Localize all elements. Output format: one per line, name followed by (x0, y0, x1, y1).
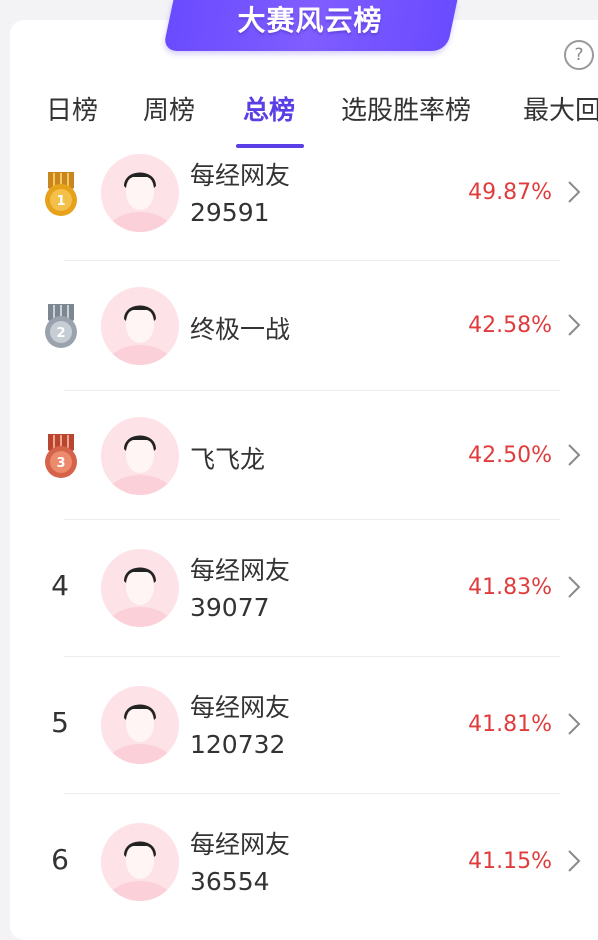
tab-max-drawdown[interactable]: 最大回 (523, 90, 598, 127)
user-name: 每经网友 (190, 830, 291, 859)
user-name: 终极一战 (190, 315, 291, 344)
user-name: 每经网友 (190, 161, 291, 190)
chevron-right-icon[interactable] (566, 710, 582, 738)
rank-number: 5 (51, 706, 69, 739)
win-rate: 41.83% (468, 575, 552, 600)
svg-text:3: 3 (56, 456, 65, 471)
win-rate: 42.58% (468, 313, 552, 338)
page-title: 大赛风云榜 (237, 4, 383, 37)
leaderboard-card (10, 20, 598, 940)
gold-medal-icon: 1 (45, 172, 77, 216)
tab-win-rate[interactable]: 选股胜率榜 (341, 90, 471, 127)
active-tab-indicator (236, 144, 304, 148)
divider (64, 390, 560, 391)
avatar[interactable] (101, 686, 179, 764)
divider (64, 519, 560, 520)
tab-daily[interactable]: 日榜 (46, 90, 98, 127)
help-icon[interactable]: ? (564, 40, 594, 70)
win-rate: 49.87% (468, 180, 552, 205)
user-name: 每经网友 (190, 693, 291, 722)
chevron-right-icon[interactable] (566, 847, 582, 875)
chevron-right-icon[interactable] (566, 441, 582, 469)
user-id: 39077 (190, 593, 270, 622)
user-id: 36554 (190, 867, 270, 896)
avatar[interactable] (101, 823, 179, 901)
user-name: 每经网友 (190, 556, 291, 585)
divider (64, 793, 560, 794)
silver-medal-icon: 2 (45, 304, 77, 348)
chevron-right-icon[interactable] (566, 573, 582, 601)
avatar[interactable] (101, 154, 179, 232)
svg-text:2: 2 (56, 326, 65, 341)
rank-number: 4 (51, 569, 69, 602)
rank-number: 6 (51, 843, 69, 876)
svg-text:1: 1 (56, 194, 65, 209)
tab-weekly[interactable]: 周榜 (143, 90, 195, 127)
user-id: 120732 (190, 730, 286, 759)
avatar[interactable] (101, 417, 179, 495)
chevron-right-icon[interactable] (566, 311, 582, 339)
divider (64, 656, 560, 657)
tab-bar: 日榜 周榜 总榜 选股胜率榜 最大回 (0, 90, 598, 150)
avatar[interactable] (101, 549, 179, 627)
tab-total[interactable]: 总榜 (243, 90, 295, 127)
user-name: 飞飞龙 (190, 445, 266, 474)
user-id: 29591 (190, 198, 270, 227)
bronze-medal-icon: 3 (45, 434, 77, 478)
win-rate: 41.15% (468, 849, 552, 874)
win-rate: 41.81% (468, 712, 552, 737)
win-rate: 42.50% (468, 443, 552, 468)
divider (64, 260, 560, 261)
avatar[interactable] (101, 287, 179, 365)
chevron-right-icon[interactable] (566, 178, 582, 206)
